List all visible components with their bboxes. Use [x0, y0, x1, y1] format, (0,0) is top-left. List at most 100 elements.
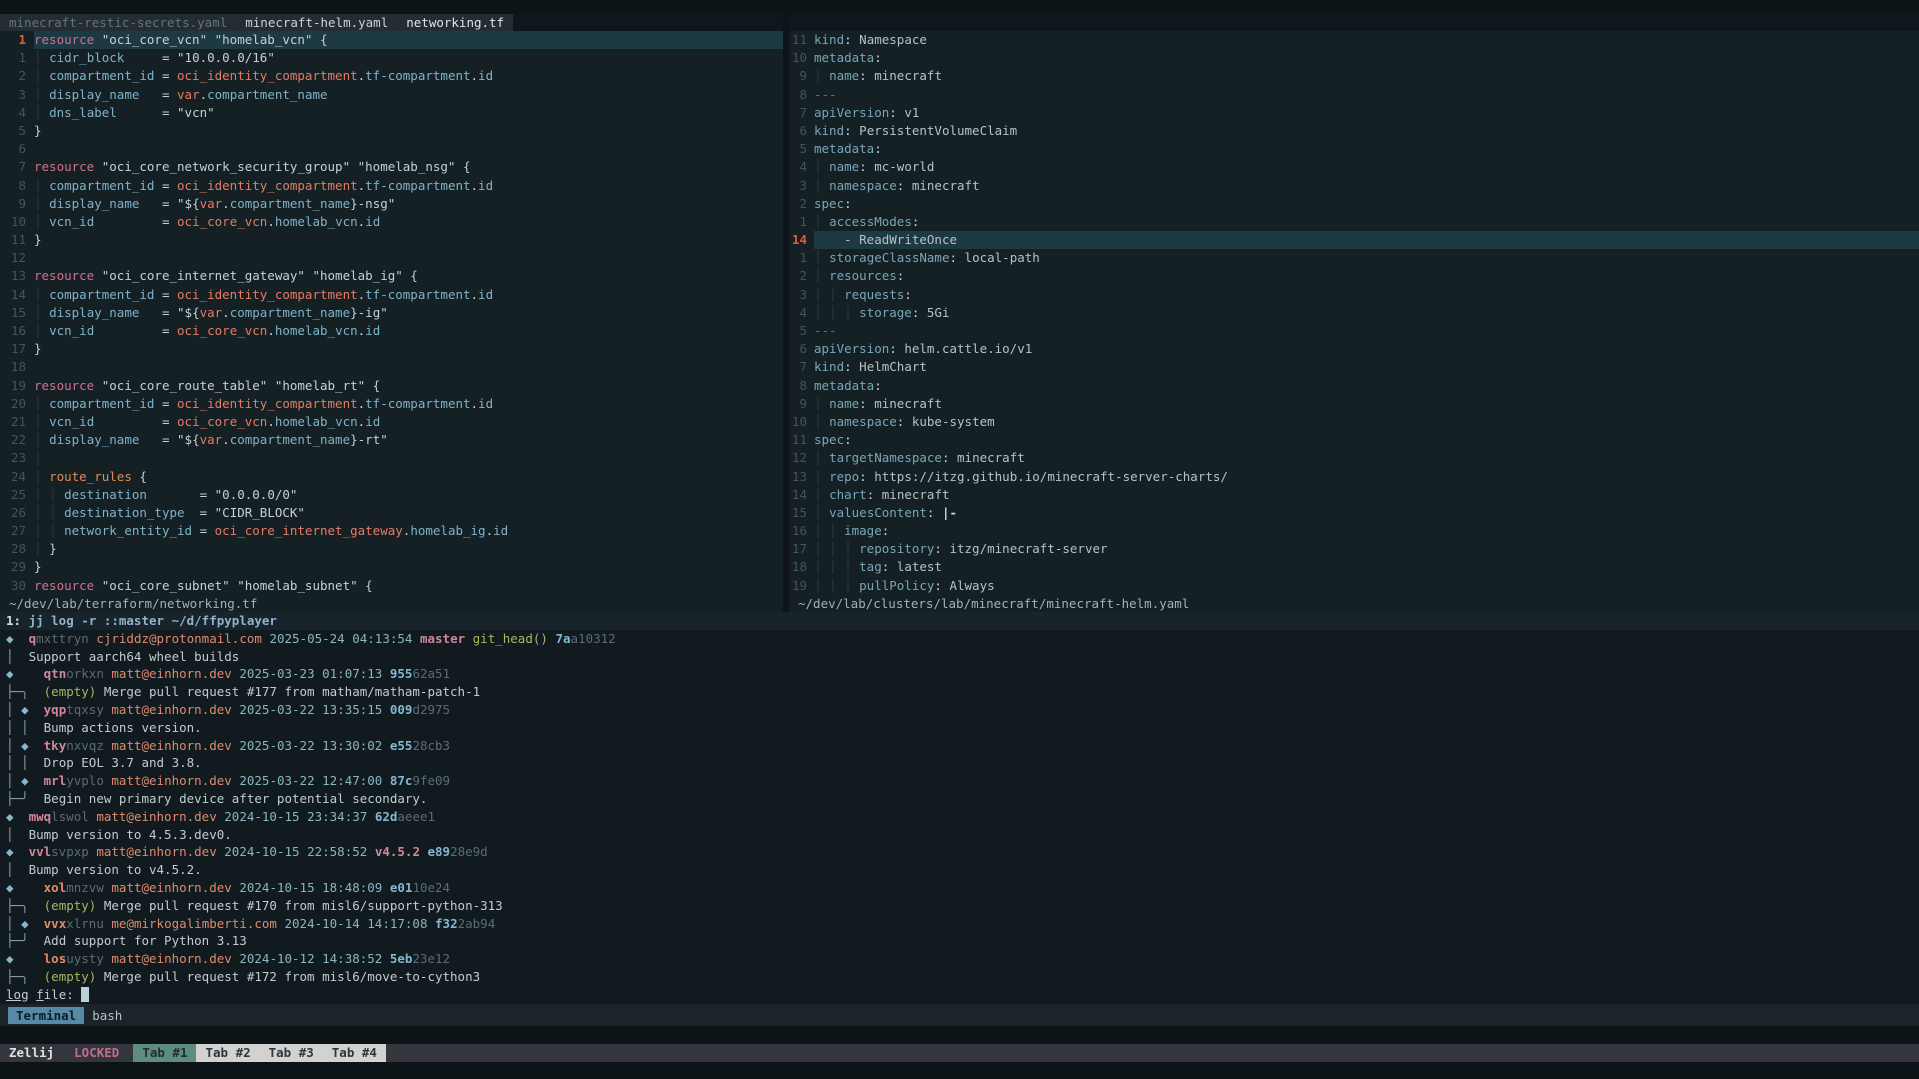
log-line: │ │ Bump actions version.: [0, 719, 1919, 737]
line-number: 1: [789, 249, 814, 267]
log-line: ◆ vvlsvpxp matt@einhorn.dev 2024-10-15 2…: [0, 843, 1919, 861]
line-number: 10: [789, 413, 814, 431]
zellij-tab[interactable]: Tab #1: [133, 1044, 196, 1062]
line-number: 13: [0, 267, 34, 285]
log-line: ◆ qtnorkxn matt@einhorn.dev 2025-03-23 0…: [0, 665, 1919, 683]
line-number: 14: [789, 231, 814, 249]
gap-above-status-bar: [0, 1026, 1919, 1044]
terminal-tab-bash[interactable]: bash: [84, 1007, 130, 1024]
line-number: 7: [789, 358, 814, 376]
line-number: 9: [789, 395, 814, 413]
log-line: ├─╯ Begin new primary device after poten…: [0, 790, 1919, 808]
log-line: │ Bump version to 4.5.3.dev0.: [0, 826, 1919, 844]
code-area-yaml[interactable]: 11kind: Namespace10metadata:9│ name: min…: [789, 31, 1919, 595]
code-line: 19resource "oci_core_route_table" "homel…: [0, 377, 783, 395]
zellij-tab[interactable]: Tab #3: [260, 1044, 323, 1062]
code-line: 13│ repo: https://itzg.github.io/minecra…: [789, 468, 1919, 486]
code-line: 13resource "oci_core_internet_gateway" "…: [0, 267, 783, 285]
line-number: 9: [0, 195, 34, 213]
line-number: 15: [0, 304, 34, 322]
line-number: 16: [0, 322, 34, 340]
code-line: 2spec:: [789, 195, 1919, 213]
code-line: 9│ name: minecraft: [789, 67, 1919, 85]
code-line: 10│ vcn_id = oci_core_vcn.homelab_vcn.id: [0, 213, 783, 231]
code-area-terraform[interactable]: 1resource "oci_core_vcn" "homelab_vcn" {…: [0, 31, 783, 595]
code-line: 6: [0, 140, 783, 158]
log-line: │ │ Drop EOL 3.7 and 3.8.: [0, 754, 1919, 772]
log-line: ◆ mwqlswol matt@einhorn.dev 2024-10-15 2…: [0, 808, 1919, 826]
code-line: 14│ │ - ReadWriteOnce: [789, 231, 1919, 249]
buffer-tab[interactable]: networking.tf: [397, 14, 513, 31]
code-line: 15│ display_name = "${var.compartment_na…: [0, 304, 783, 322]
code-line: 17│ │ │ repository: itzg/minecraft-serve…: [789, 540, 1919, 558]
zellij-tab-list: Tab #1Tab #2Tab #3Tab #4: [133, 1044, 386, 1062]
line-number: 8: [0, 177, 34, 195]
code-line: 15│ valuesContent: |-: [789, 504, 1919, 522]
code-line: 9│ display_name = "${var.compartment_nam…: [0, 195, 783, 213]
code-line: 1│ accessModes:: [789, 213, 1919, 231]
code-line: 19│ │ │ pullPolicy: Always: [789, 577, 1919, 595]
line-number: 23: [0, 449, 34, 467]
log-line: │ ◆ yqptqxsy matt@einhorn.dev 2025-03-22…: [0, 701, 1919, 719]
line-number: 10: [789, 49, 814, 67]
line-number: 3: [0, 86, 34, 104]
buffer-tab[interactable]: minecraft-restic-secrets.yaml: [0, 14, 236, 31]
line-number: 8: [789, 377, 814, 395]
zellij-tab[interactable]: Tab #4: [323, 1044, 386, 1062]
line-number: 10: [0, 213, 34, 231]
line-number: 18: [789, 558, 814, 576]
log-line: ├─╮ (empty) Merge pull request #177 from…: [0, 683, 1919, 701]
line-number: 1: [0, 31, 34, 49]
editor-pane-yaml[interactable]: 11kind: Namespace10metadata:9│ name: min…: [789, 14, 1919, 612]
code-line: 29}: [0, 558, 783, 576]
prompt-line[interactable]: log file:: [0, 986, 1919, 1004]
code-line: 8---: [789, 86, 1919, 104]
code-line: 25│ │ destination = "0.0.0.0/0": [0, 486, 783, 504]
terminal-tab-terminal[interactable]: Terminal: [8, 1007, 84, 1024]
code-line: 6kind: PersistentVolumeClaim: [789, 122, 1919, 140]
jj-log-output: 1: jj log -r ::master ~/d/ffpyplayer◆ qm…: [0, 612, 1919, 1004]
code-line: 3│ namespace: minecraft: [789, 177, 1919, 195]
line-number: 6: [789, 122, 814, 140]
buffer-tab[interactable]: minecraft-helm.yaml: [236, 14, 397, 31]
line-number: 16: [789, 522, 814, 540]
top-margin: [0, 0, 1919, 14]
line-number: 5: [789, 322, 814, 340]
code-line: 21│ vcn_id = oci_core_vcn.homelab_vcn.id: [0, 413, 783, 431]
log-line: ├─╮ (empty) Merge pull request #172 from…: [0, 968, 1919, 986]
code-line: 5---: [789, 322, 1919, 340]
zellij-status-bar: Zellij LOCKED Tab #1Tab #2Tab #3Tab #4: [0, 1044, 1919, 1062]
editor-pane-terraform[interactable]: minecraft-restic-secrets.yamlminecraft-h…: [0, 14, 783, 612]
line-number: 7: [789, 104, 814, 122]
code-line: 20│ compartment_id = oci_identity_compar…: [0, 395, 783, 413]
line-number: 9: [789, 67, 814, 85]
zellij-tab[interactable]: Tab #2: [196, 1044, 259, 1062]
line-number: 6: [789, 340, 814, 358]
code-line: 16│ │ image:: [789, 522, 1919, 540]
code-line: 8│ compartment_id = oci_identity_compart…: [0, 177, 783, 195]
code-line: 11spec:: [789, 431, 1919, 449]
line-number: 6: [0, 140, 34, 158]
line-number: 27: [0, 522, 34, 540]
log-line: │ ◆ tkynxvqz matt@einhorn.dev 2025-03-22…: [0, 737, 1919, 755]
code-line: 1│ cidr_block = "10.0.0.0/16": [0, 49, 783, 67]
line-number: 26: [0, 504, 34, 522]
code-line: 10│ namespace: kube-system: [789, 413, 1919, 431]
code-line: 1resource "oci_core_vcn" "homelab_vcn" {: [0, 31, 783, 49]
line-number: 4: [789, 158, 814, 176]
code-line: 17}: [0, 340, 783, 358]
line-number: 15: [789, 504, 814, 522]
bottom-margin: [0, 1062, 1919, 1079]
code-line: 9│ name: minecraft: [789, 395, 1919, 413]
line-number: 14: [0, 286, 34, 304]
line-number: 24: [0, 468, 34, 486]
right-pane-top-strip: [789, 14, 1919, 31]
code-line: 16│ vcn_id = oci_core_vcn.homelab_vcn.id: [0, 322, 783, 340]
code-line: 2│ resources:: [789, 267, 1919, 285]
line-number: 2: [789, 267, 814, 285]
code-line: 1│ storageClassName: local-path: [789, 249, 1919, 267]
code-line: 4│ name: mc-world: [789, 158, 1919, 176]
code-line: 12: [0, 249, 783, 267]
terminal-tabs: Terminalbash: [8, 1007, 130, 1024]
terminal-pane[interactable]: 1: jj log -r ::master ~/d/ffpyplayer◆ qm…: [0, 612, 1919, 1004]
